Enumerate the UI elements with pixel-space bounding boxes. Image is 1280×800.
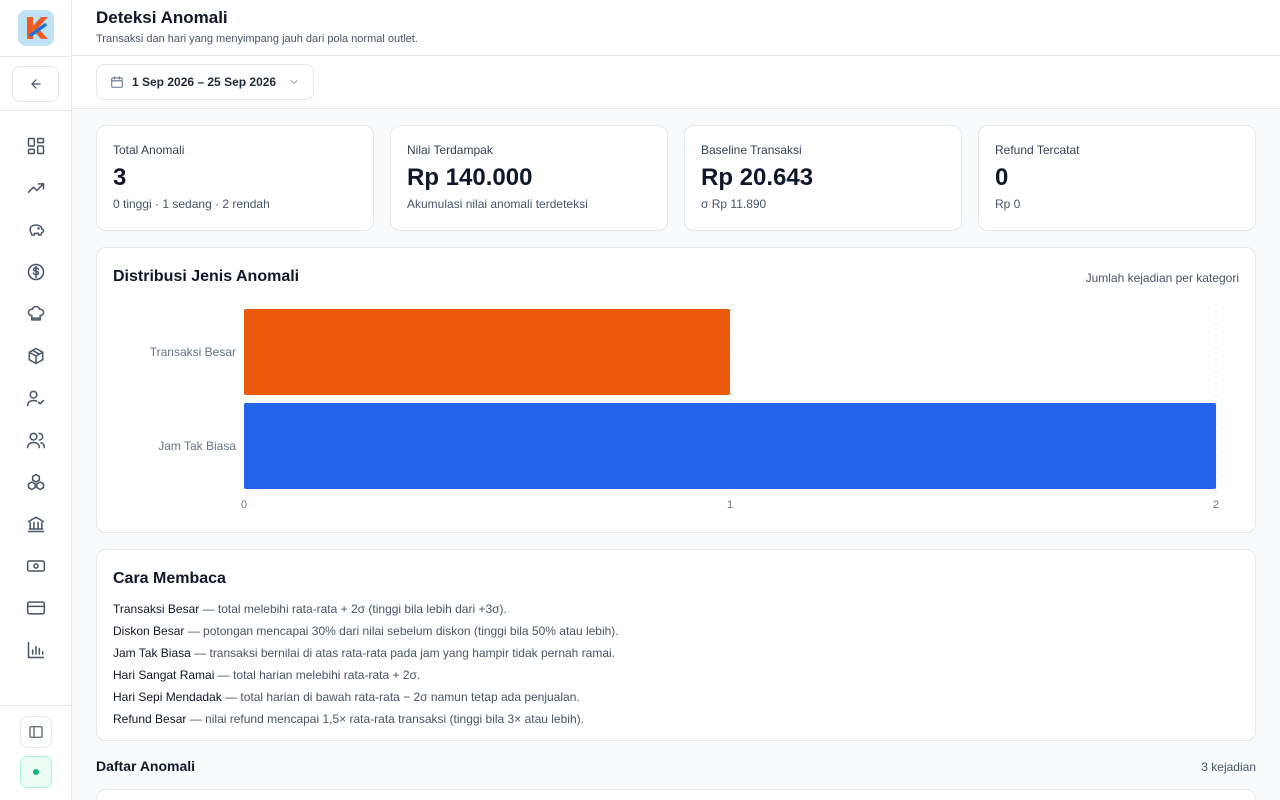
anomaly-list <box>96 789 1256 800</box>
guide-desc: — potongan mencapai 30% dari nilai sebel… <box>184 624 619 638</box>
stat-value: Rp 140.000 <box>407 164 533 191</box>
online-status-icon <box>33 769 39 775</box>
back-button[interactable] <box>12 66 59 102</box>
sidebar <box>0 0 72 800</box>
stat-subtext: Akumulasi nilai anomali terdeteksi <box>407 197 588 211</box>
guide-desc: — total melebihi rata-rata + 2σ (tinggi … <box>199 602 507 616</box>
reading-guide-card: Cara Membaca Transaksi Besar — total mel… <box>96 549 1256 741</box>
nav-trends[interactable] <box>24 176 48 200</box>
stat-value: 3 <box>113 164 127 191</box>
guide-desc: — nilai refund mencapai 1,5× rata-rata t… <box>186 712 584 726</box>
credit-card-icon <box>26 601 46 615</box>
chart-title: Distribusi Jenis Anomali <box>113 268 300 285</box>
nav-finance[interactable] <box>24 260 48 284</box>
stat-label: Baseline Transaksi <box>701 143 802 157</box>
anomaly-list-title: Daftar Anomali <box>96 758 196 774</box>
nav-employees[interactable] <box>24 428 48 452</box>
guide-term: Diskon Besar <box>113 624 185 638</box>
guide-term: Hari Sepi Mendadak <box>113 690 222 704</box>
category-label: Jam Tak Biasa <box>158 439 236 453</box>
nav-attendance[interactable] <box>24 386 48 410</box>
bar <box>244 309 730 395</box>
dashboard-icon <box>27 137 45 155</box>
stat-subtext: σ Rp 11.890 <box>701 197 767 211</box>
chevron-down-icon <box>288 76 300 88</box>
guide-row: Hari Sangat Ramai — total harian melebih… <box>113 664 619 686</box>
tick-label: 0 <box>241 499 247 511</box>
sidebar-divider <box>0 705 72 706</box>
tick-label: 1 <box>727 499 733 511</box>
bar-chart-icon <box>27 641 45 659</box>
toggle-sidebar-button[interactable] <box>20 716 52 748</box>
boxes-icon <box>27 473 45 491</box>
guide-term: Transaksi Besar <box>113 602 200 616</box>
dollar-circle-icon <box>27 263 45 281</box>
nav-cash[interactable] <box>24 554 48 578</box>
guide-term: Jam Tak Biasa <box>113 646 191 660</box>
page-title: Deteksi Anomali <box>96 8 228 27</box>
package-icon <box>28 347 44 365</box>
date-range-label: 1 Sep 2026 – 25 Sep 2026 <box>132 75 277 89</box>
anomaly-count: 3 kejadian <box>1201 760 1256 774</box>
anomaly-bar-chart: Transaksi Besar Jam Tak Biasa 0 1 2 <box>150 304 1219 511</box>
bar <box>244 403 1216 489</box>
page-header: Deteksi Anomali Transaksi dan hari yang … <box>72 0 1280 56</box>
user-check-icon <box>26 390 45 407</box>
sidebar-divider <box>0 110 72 111</box>
page-subtitle: Transaksi dan hari yang menyimpang jauh … <box>96 33 418 45</box>
chart-hint: Jumlah kejadian per kategori <box>1085 271 1239 285</box>
calendar-icon <box>111 76 123 88</box>
guide-term: Refund Besar <box>113 712 187 726</box>
nav-inventory[interactable] <box>24 344 48 368</box>
bank-icon <box>27 516 45 533</box>
nav-stock[interactable] <box>24 470 48 494</box>
chef-hat-icon <box>27 305 45 321</box>
banknote-icon <box>26 560 46 572</box>
nav-dashboard[interactable] <box>24 134 48 158</box>
stat-card-baseline-transaksi: Baseline Transaksi Rp 20.643 σ Rp 11.890 <box>684 125 962 231</box>
logo-mark-icon <box>27 17 48 39</box>
piggy-bank-icon <box>29 224 45 236</box>
tick-label: 2 <box>1213 499 1219 511</box>
sidebar-panel-icon <box>29 726 43 738</box>
guide-row: Transaksi Besar — total melebihi rata-ra… <box>113 598 619 620</box>
nav-kitchen[interactable] <box>24 302 48 326</box>
guide-row: Diskon Besar — potongan mencapai 30% dar… <box>113 620 619 642</box>
app-logo[interactable] <box>18 10 54 46</box>
stat-label: Nilai Terdampak <box>407 143 493 157</box>
stat-value: 0 <box>995 164 1009 191</box>
users-icon <box>26 432 46 449</box>
category-label: Transaksi Besar <box>150 345 236 359</box>
date-range-picker[interactable]: 1 Sep 2026 – 25 Sep 2026 <box>96 64 314 100</box>
status-button[interactable] <box>20 756 52 788</box>
guide-desc: — total harian melebihi rata-rata + 2σ. <box>214 668 421 682</box>
stat-subtext: 0 tinggi · 1 sedang · 2 rendah <box>113 197 270 211</box>
stat-value: Rp 20.643 <box>701 164 814 191</box>
stat-card-refund-tercatat: Refund Tercatat 0 Rp 0 <box>978 125 1256 231</box>
guide-term: Hari Sangat Ramai <box>113 668 215 682</box>
arrow-left-icon <box>30 79 41 89</box>
guide-row: Refund Besar — nilai refund mencapai 1,5… <box>113 708 619 730</box>
nav-bank[interactable] <box>24 512 48 536</box>
trending-up-icon <box>27 183 45 193</box>
stat-subtext: Rp 0 <box>995 197 1021 211</box>
stat-label: Refund Tercatat <box>995 143 1080 157</box>
guide-list: Transaksi Besar — total melebihi rata-ra… <box>113 598 619 730</box>
guide-desc: — total harian di bawah rata-rata − 2σ n… <box>221 690 580 704</box>
nav-payments[interactable] <box>24 596 48 620</box>
nav-reports[interactable] <box>24 638 48 662</box>
guide-row: Hari Sepi Mendadak — total harian di baw… <box>113 686 619 708</box>
nav-savings[interactable] <box>24 218 48 242</box>
sidebar-divider <box>0 56 72 57</box>
guide-desc: — transaksi bernilai di atas rata-rata p… <box>190 646 616 660</box>
stat-label: Total Anomali <box>113 143 185 157</box>
anomaly-distribution-card: Transaksi Besar Jam Tak Biasa 0 1 2 Distribu… <box>96 247 1256 533</box>
stat-card-nilai-terdampak: Nilai Terdampak Rp 140.000 Akumulasi nil… <box>390 125 668 231</box>
guide-row: Jam Tak Biasa — transaksi bernilai di at… <box>113 642 619 664</box>
filter-bar: 1 Sep 2026 – 25 Sep 2026 <box>72 56 1280 109</box>
stat-card-total-anomali: Total Anomali 3 0 tinggi · 1 sedang · 2 … <box>96 125 374 231</box>
guide-title: Cara Membaca <box>113 570 226 587</box>
